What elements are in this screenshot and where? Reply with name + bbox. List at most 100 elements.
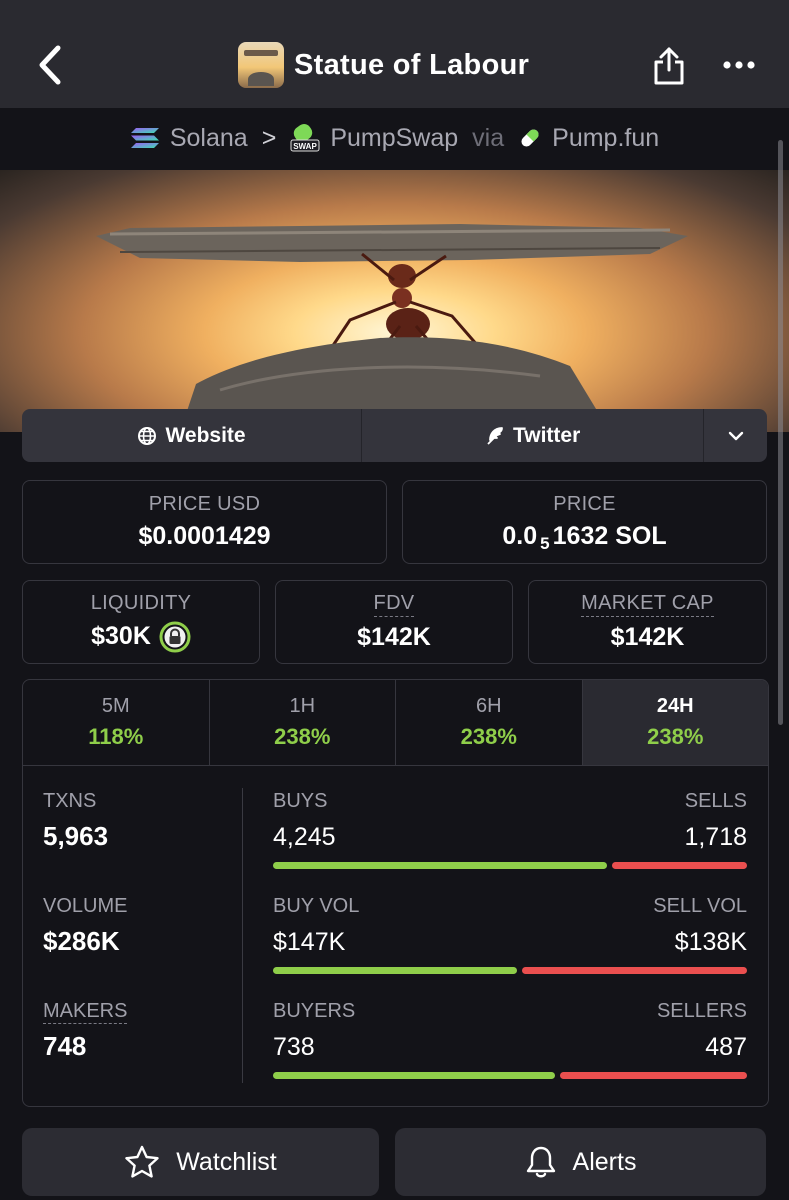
tab-label: 5M: [101, 695, 130, 717]
alerts-label: Alerts: [572, 1147, 637, 1176]
sells-value: 1,718: [684, 823, 747, 851]
more-options-icon[interactable]: [722, 58, 756, 72]
chevron-down-icon: [728, 431, 743, 440]
solana-icon: [130, 128, 159, 148]
buy-fill: [273, 1072, 555, 1079]
chain-name[interactable]: Solana: [170, 124, 248, 153]
price-usd-card: PRICE USD $0.0001429: [22, 480, 387, 564]
makers-label[interactable]: MAKERS: [43, 1000, 128, 1024]
price-native-rest: 1632 SOL: [552, 522, 667, 550]
liquidity-value: $30K: [91, 622, 151, 650]
buyers-label: BUYERS: [273, 1000, 356, 1022]
price-native-prefix: 0.0: [502, 522, 538, 550]
tab-label: 24H: [656, 695, 694, 717]
sell-vol-label: SELL VOL: [653, 895, 747, 917]
pumpfun-icon: [521, 129, 539, 147]
social-links: Website Twitter: [22, 409, 767, 462]
buy-vol-value: $147K: [273, 928, 346, 956]
star-icon: [125, 1145, 159, 1178]
lock-icon[interactable]: [159, 621, 191, 653]
fdv-label[interactable]: FDV: [373, 592, 415, 617]
volume-value: $286K: [43, 926, 120, 956]
price-native-card: PRICE 0.0 5 1632 SOL: [402, 480, 767, 564]
pumpswap-icon: SWAP: [290, 124, 320, 152]
sell-fill: [612, 862, 747, 869]
tab-change: 118%: [88, 724, 144, 749]
scrollbar[interactable]: [778, 140, 783, 725]
twitter-label: Twitter: [512, 423, 581, 447]
buys-label: BUYS: [273, 790, 328, 812]
launchpad-name[interactable]: Pump.fun: [552, 124, 659, 153]
txns-value: 5,963: [43, 821, 109, 851]
price-usd-value: $0.0001429: [138, 522, 271, 550]
buy-fill: [273, 862, 608, 869]
top-bar: Statue of Labour: [0, 0, 789, 108]
txns-label: TXNS: [43, 790, 97, 812]
website-button[interactable]: Website: [22, 409, 363, 462]
token-avatar: [238, 42, 284, 88]
tab-change: 238%: [460, 724, 517, 749]
market-cap-label[interactable]: MARKET CAP: [581, 592, 714, 617]
tab-label: 1H: [289, 695, 316, 717]
tab-change: 238%: [647, 724, 704, 749]
sell-fill: [559, 1072, 747, 1079]
sells-label: SELLS: [684, 790, 747, 812]
totals-column: TXNS 5,963 VOLUME $286K MAKERS 748: [43, 790, 243, 1105]
trading-stats-panel: 5M 118% 1H 238% 6H 238% 24H 238% TXNS 5,…: [22, 679, 769, 1107]
liquidity-card: LIQUIDITY $30K: [22, 580, 260, 664]
fdv-card: FDV $142K: [275, 580, 513, 664]
feather-icon: [487, 426, 503, 445]
timeframe-tabs: 5M 118% 1H 238% 6H 238% 24H 238%: [23, 680, 768, 766]
price-usd-label: PRICE USD: [148, 493, 261, 515]
breadcrumb: Solana > SWAP PumpSwap via Pump.fun: [0, 108, 789, 168]
via-label: via: [472, 123, 505, 152]
token-title: Statue of Labour: [238, 42, 529, 88]
column-divider: [242, 788, 243, 1083]
volume-split-bar: [273, 967, 747, 974]
price-native-zero-count: 5: [540, 533, 550, 553]
more-links-dropdown[interactable]: [704, 409, 767, 462]
tab-5m[interactable]: 5M 118%: [23, 680, 210, 765]
twitter-button[interactable]: Twitter: [362, 409, 705, 462]
tab-6h[interactable]: 6H 238%: [396, 680, 583, 765]
sellers-label: SELLERS: [656, 1000, 747, 1022]
bell-icon: [526, 1146, 555, 1178]
back-arrow-icon[interactable]: [34, 44, 64, 86]
tab-change: 238%: [274, 724, 331, 749]
liquidity-label: LIQUIDITY: [90, 591, 192, 614]
globe-icon: [138, 426, 157, 445]
banner-illustration: [96, 224, 688, 432]
breadcrumb-separator: >: [261, 123, 277, 152]
tab-24h[interactable]: 24H 238%: [582, 680, 768, 765]
website-label: Website: [165, 423, 246, 447]
split-column: BUYS SELLS 4,245 1,718 BUY VOL SELL VOL …: [273, 790, 747, 1105]
buyers-sellers-bar: [273, 1072, 747, 1079]
fdv-value: $142K: [357, 623, 431, 651]
dex-name[interactable]: PumpSwap: [330, 124, 458, 153]
market-cap-value: $142K: [610, 623, 685, 651]
volume-split-row: BUY VOL SELL VOL $147K $138K: [273, 895, 747, 1000]
watchlist-label: Watchlist: [176, 1147, 277, 1176]
buyers-sellers-row: BUYERS SELLERS 738 487: [273, 1000, 747, 1105]
share-icon[interactable]: [652, 46, 686, 86]
tab-label: 6H: [475, 695, 502, 717]
price-native-label: PRICE: [553, 493, 616, 515]
page-title: Statue of Labour: [294, 48, 530, 81]
buyers-value: 738: [273, 1033, 315, 1061]
buy-fill: [273, 967, 517, 974]
watchlist-button[interactable]: Watchlist: [22, 1128, 379, 1196]
token-banner-image: [0, 170, 789, 432]
buys-value: 4,245: [273, 823, 336, 851]
svg-text:SWAP: SWAP: [294, 142, 318, 151]
tab-1h[interactable]: 1H 238%: [210, 680, 396, 765]
sellers-value: 487: [705, 1033, 747, 1061]
buys-sells-row: BUYS SELLS 4,245 1,718: [273, 790, 747, 895]
price-native-value: 0.0 5 1632 SOL: [502, 522, 667, 553]
buys-sells-bar: [273, 862, 747, 869]
sell-fill: [521, 967, 747, 974]
alerts-button[interactable]: Alerts: [395, 1128, 766, 1196]
makers-value: 748: [43, 1031, 87, 1061]
market-cap-card: MARKET CAP $142K: [528, 580, 767, 664]
sell-vol-value: $138K: [674, 928, 747, 956]
volume-label: VOLUME: [43, 895, 128, 917]
